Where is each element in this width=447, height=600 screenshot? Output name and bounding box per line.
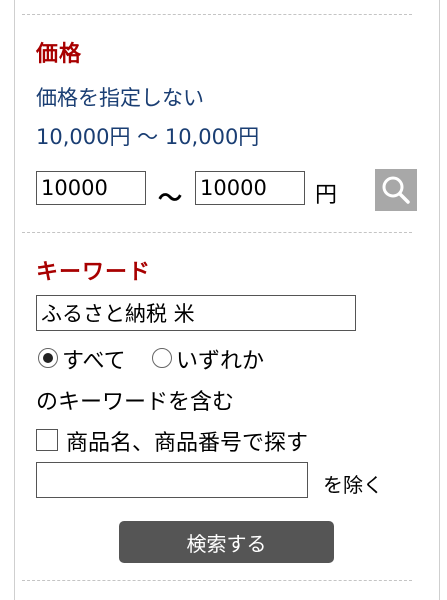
price-range-link[interactable]: 10,000円 〜 10,000円 — [36, 121, 259, 151]
exclude-keyword-input[interactable] — [36, 462, 308, 498]
min-price-input[interactable] — [36, 171, 146, 205]
price-unit: 円 — [315, 183, 338, 208]
divider-top — [22, 14, 412, 15]
exclude-label: を除く — [323, 473, 383, 497]
product-name-checkbox[interactable] — [36, 429, 58, 451]
divider-middle — [22, 232, 412, 233]
divider-bottom — [22, 580, 412, 581]
submit-search-button[interactable]: 検索する — [119, 521, 334, 563]
price-search-button[interactable] — [375, 169, 417, 211]
price-tilde: 〜 — [158, 184, 182, 212]
radio-selected-dot — [43, 353, 53, 363]
keyword-heading: キーワード — [36, 260, 152, 285]
radio-any-label: いずれか — [176, 349, 265, 374]
radio-all[interactable] — [38, 348, 58, 368]
no-price-link[interactable]: 価格を指定しない — [36, 82, 204, 112]
max-price-input[interactable] — [195, 171, 305, 205]
radio-all-label: すべて — [62, 349, 126, 374]
keyword-input[interactable] — [36, 295, 356, 331]
magnifier-icon — [382, 176, 410, 204]
price-heading: 価格 — [36, 42, 83, 67]
radio-any[interactable] — [152, 348, 172, 368]
contains-label: のキーワードを含む — [36, 390, 235, 415]
checkbox-label: 商品名、商品番号で探す — [66, 431, 309, 456]
